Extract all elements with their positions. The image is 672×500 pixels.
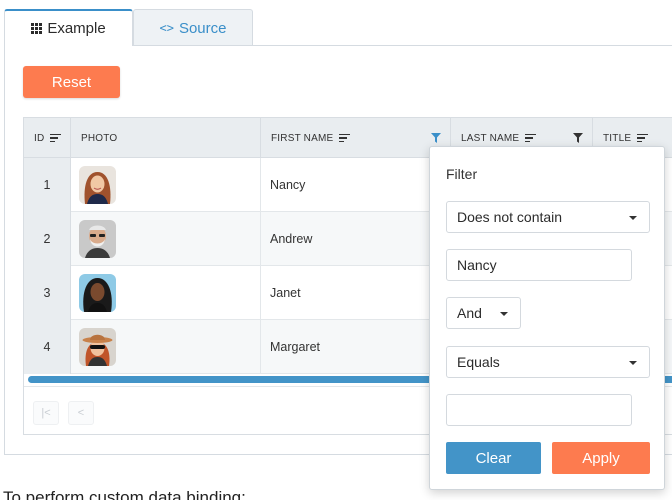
- first-name-cell: Janet: [261, 266, 451, 320]
- prev-page-icon[interactable]: <: [68, 401, 94, 425]
- id-cell: 4: [24, 320, 71, 374]
- avatar: [79, 166, 116, 204]
- id-cell: 2: [24, 212, 71, 266]
- column-header-id[interactable]: ID: [24, 118, 71, 158]
- page: Example <> Source Reset ID PHOTO FIRST N…: [0, 0, 672, 500]
- clear-button[interactable]: Clear: [446, 442, 541, 474]
- filter-value-1-input[interactable]: Nancy: [446, 249, 632, 281]
- photo-cell: [71, 266, 261, 320]
- first-name-cell: Andrew: [261, 212, 451, 266]
- id-cell: 1: [24, 158, 71, 212]
- avatar: [79, 220, 116, 258]
- column-header-label: PHOTO: [81, 132, 118, 144]
- filter-value-2-input[interactable]: [446, 394, 632, 426]
- avatar: [79, 274, 116, 312]
- apply-button[interactable]: Apply: [552, 442, 650, 474]
- sort-icon: [637, 133, 649, 143]
- photo-cell: [71, 212, 261, 266]
- filter-icon[interactable]: [431, 133, 441, 143]
- sort-icon: [339, 133, 351, 143]
- column-header-first-name[interactable]: FIRST NAME: [261, 118, 451, 158]
- section-heading: To perform custom data binding:: [3, 488, 246, 500]
- filter-title: Filter: [446, 166, 478, 182]
- photo-cell: [71, 320, 261, 374]
- column-header-label: ID: [34, 132, 45, 144]
- code-icon: <>: [159, 21, 174, 35]
- id-cell: 3: [24, 266, 71, 320]
- avatar: [79, 328, 116, 366]
- photo-cell: [71, 158, 261, 212]
- first-name-cell: Margaret: [261, 320, 451, 374]
- column-header-photo: PHOTO: [71, 118, 261, 158]
- column-header-label: LAST NAME: [461, 132, 520, 144]
- filter-operator-2-select[interactable]: Equals: [446, 346, 650, 378]
- filter-operator-2-value: Equals: [457, 354, 500, 370]
- filter-icon[interactable]: [573, 133, 583, 143]
- sort-icon: [525, 133, 537, 143]
- tab-source-label: Source: [178, 19, 227, 37]
- filter-logic-value: And: [457, 305, 482, 321]
- column-header-label: FIRST NAME: [271, 132, 334, 144]
- reset-button[interactable]: Reset: [23, 66, 120, 98]
- filter-popup: Filter Does not contain Nancy And Equals…: [429, 146, 665, 490]
- first-name-cell: Nancy: [261, 158, 451, 212]
- filter-logic-select[interactable]: And: [446, 297, 521, 329]
- first-page-icon[interactable]: |<: [33, 401, 59, 425]
- tab-bar: Example <> Source: [0, 0, 672, 46]
- sort-icon: [50, 133, 62, 143]
- tab-example[interactable]: Example: [4, 9, 133, 46]
- chevron-down-icon: [500, 312, 508, 316]
- filter-operator-1-select[interactable]: Does not contain: [446, 201, 650, 233]
- tab-source[interactable]: <> Source: [133, 9, 253, 46]
- chevron-down-icon: [629, 216, 637, 220]
- tab-example-label: Example: [47, 20, 106, 37]
- column-header-label: TITLE: [603, 132, 632, 144]
- grid-icon: [31, 23, 43, 34]
- filter-operator-1-value: Does not contain: [457, 209, 563, 225]
- chevron-down-icon: [629, 361, 637, 365]
